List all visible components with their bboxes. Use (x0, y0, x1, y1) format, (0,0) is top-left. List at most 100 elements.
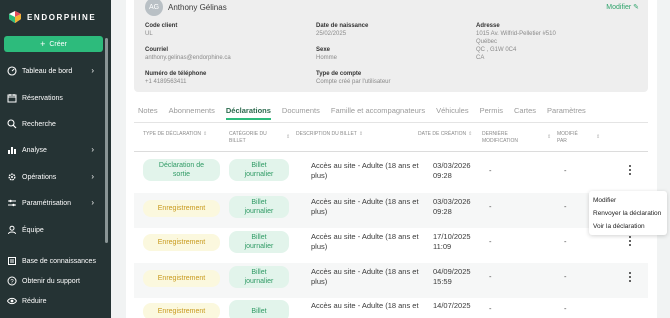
main-content: AG Anthony Gélinas Modifier ✎ Code clien… (111, 0, 670, 318)
modified-by-value: - (564, 166, 567, 175)
calendar-icon (7, 93, 17, 103)
tab-documents[interactable]: Documents (282, 106, 320, 120)
declaration-type-badge: Enregistrement (143, 200, 220, 217)
eye-icon (7, 296, 17, 306)
header-label: DATE DE CRÉATION (418, 131, 467, 137)
modified-by-value: - (564, 272, 567, 281)
field-birth-date: Date de naissance 25/02/2025 (316, 22, 368, 38)
address-line: CA (476, 55, 485, 61)
column-header-type[interactable]: TYPE DE DÉCLARATION ⇕ (143, 131, 207, 138)
tab-cards[interactable]: Cartes (514, 106, 536, 120)
modify-profile-link[interactable]: Modifier ✎ (606, 3, 639, 11)
field-label: Code client (145, 23, 178, 29)
ticket-description: Accès au site - Adulte (18 ans et plus) (311, 161, 419, 180)
tab-notes[interactable]: Notes (138, 106, 158, 120)
sidebar-item-search[interactable]: Recherche (7, 117, 103, 131)
tab-settings[interactable]: Paramètres (547, 106, 586, 120)
tab-subscriptions[interactable]: Abonnements (169, 106, 215, 120)
sidebar-item-analysis[interactable]: Analyse › (7, 143, 103, 157)
create-label: Créer (49, 40, 67, 48)
column-header-description[interactable]: DESCRIPTION DU BILLET ⇕ (296, 131, 363, 138)
sidebar-item-reservations[interactable]: Réservations (7, 91, 103, 105)
sliders-icon (7, 198, 17, 208)
column-header-created[interactable]: DATE DE CRÉATION ⇕ (418, 131, 472, 138)
ticket-category-badge: Billet (229, 300, 289, 318)
declaration-type-badge: Enregistrement (143, 270, 220, 287)
address-line: Québec (476, 39, 498, 45)
menu-item-modify[interactable]: Modifier (593, 197, 616, 204)
sidebar-item-operations[interactable]: Opérations › (7, 170, 103, 184)
field-email: Courriel anthony.gelinas@endorphine.ca (145, 46, 231, 62)
last-modified-value: - (489, 304, 492, 313)
search-icon (7, 119, 17, 129)
column-header-category[interactable]: CATÉGORIE DU BILLET (229, 131, 267, 144)
tab-family[interactable]: Famille et accompagnateurs (331, 106, 425, 120)
field-value: UL (145, 31, 153, 37)
column-header-modified-by[interactable]: MODIFIÉ PAR (557, 131, 578, 144)
address-line: 1015 Av. Wilfrid-Pelletier #510 (476, 31, 556, 37)
help-icon: ? (7, 276, 17, 286)
sort-icon[interactable]: ⇕ (284, 134, 290, 141)
last-modified-value: - (489, 237, 492, 246)
sidebar-item-knowledge-base[interactable]: Base de connaissances (7, 254, 103, 268)
field-label: Courriel (145, 47, 169, 53)
ticket-description: Accès au site - Adulte (18 ans et (311, 301, 419, 310)
column-header-last-modified[interactable]: DERNIÈRE MODIFICATION (482, 131, 518, 144)
creation-date: 03/03/2026 09:28 (433, 197, 471, 216)
sidebar-item-support[interactable]: ? Obtenir du support (7, 274, 103, 288)
book-icon (7, 256, 17, 266)
sort-icon[interactable]: ⇕ (545, 134, 551, 141)
modify-label: Modifier (606, 4, 632, 11)
table-row[interactable]: Déclaration de sortie Billet journalier Ac… (134, 158, 648, 193)
declaration-type-badge: Enregistrement (143, 234, 220, 251)
brand-logo[interactable]: ENDORPHINE (8, 10, 96, 24)
sidebar-item-dashboard[interactable]: Tableau de bord › (7, 64, 103, 78)
table-header-divider (134, 151, 648, 152)
more-options-icon[interactable] (627, 236, 633, 246)
table-row[interactable]: Enregistrement Billet journalier Accès au… (134, 193, 648, 228)
field-label: Numéro de téléphone (145, 71, 207, 77)
tab-vehicles[interactable]: Véhicules (436, 106, 469, 120)
sidebar-item-label: Base de connaissances (22, 257, 96, 265)
table-row[interactable]: Enregistrement Billet Accès au site - Ad… (134, 298, 648, 318)
endorphine-logo-icon (8, 10, 22, 24)
sidebar-item-label: Paramétrisation (22, 199, 72, 207)
sort-icon: ⇕ (468, 131, 473, 137)
sidebar-item-team[interactable]: Équipe (7, 223, 103, 237)
ticket-description: Accès au site - Adulte (18 ans et plus) (311, 267, 419, 286)
table-row[interactable]: Enregistrement Billet journalier Accès au… (134, 228, 648, 263)
address-line: QC , G1W 0C4 (476, 47, 517, 53)
sidebar-item-label: Équipe (22, 226, 44, 234)
chevron-right-icon: › (91, 172, 94, 181)
menu-item-view-declaration[interactable]: Voir la déclaration (593, 223, 645, 230)
team-icon (7, 225, 17, 235)
row-actions-menu: Modifier Renvoyer la déclaration Voir la… (589, 191, 667, 235)
tab-bar: Notes Abonnements Déclarations Documents… (138, 106, 597, 120)
sidebar: ENDORPHINE + Créer Tableau de bord › Rés… (0, 0, 111, 318)
sidebar-item-parametrisation[interactable]: Paramétrisation › (7, 196, 103, 210)
tab-declarations[interactable]: Déclarations (225, 106, 271, 120)
create-button[interactable]: + Créer (4, 36, 103, 52)
header-label: MODIFICATION (482, 137, 519, 144)
sidebar-scrollbar[interactable] (105, 38, 108, 243)
sidebar-item-collapse[interactable]: Réduire (7, 294, 103, 308)
declaration-type-badge: Enregistrement (143, 303, 220, 318)
table-row[interactable]: Enregistrement Billet journalier Accès au… (134, 263, 648, 298)
more-options-icon[interactable] (627, 272, 633, 282)
field-value: Homme (316, 55, 338, 61)
more-options-icon[interactable] (627, 165, 633, 175)
menu-item-resend-declaration[interactable]: Renvoyer la déclaration (593, 210, 661, 217)
declaration-type-badge: Déclaration de sortie (143, 159, 220, 181)
header-label: MODIFIÉ (557, 131, 578, 137)
creation-date: 04/09/2025 15:59 (433, 267, 471, 286)
avatar: AG (145, 0, 163, 16)
sort-icon: ⇕ (358, 131, 364, 137)
field-value: +1 4189563411 (145, 79, 187, 85)
sort-icon[interactable]: ⇕ (594, 134, 600, 141)
field-client-code: Code client UL (145, 22, 177, 38)
ticket-description: Accès au site - Adulte (18 ans et plus) (311, 232, 419, 251)
field-label: Adresse (476, 23, 500, 29)
field-account-type: Type de compte Compte créé par l'utilisa… (316, 70, 391, 86)
ticket-category-badge: Billet journalier (229, 196, 289, 218)
tab-permits[interactable]: Permis (480, 106, 503, 120)
